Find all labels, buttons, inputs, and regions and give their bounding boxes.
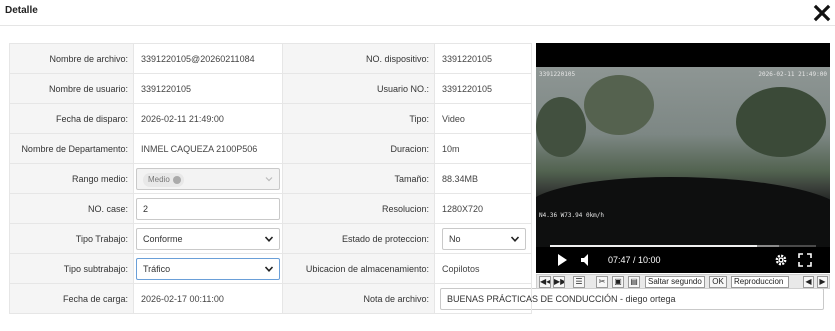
- progress-fill: [550, 245, 757, 247]
- trigger-date-value: 2026-02-11 21:49:00: [133, 103, 283, 134]
- ok-button[interactable]: OK: [709, 276, 727, 288]
- fullscreen-icon[interactable]: [798, 253, 812, 267]
- table-row: Rango medio: Medio Tamaño: 88.34MB: [9, 163, 532, 194]
- frame-forward-icon[interactable]: ▤: [628, 276, 640, 288]
- protection-state-label: Estado de proteccion:: [282, 223, 435, 254]
- chevron-down-icon: [264, 235, 274, 242]
- time-display: 07:47 / 10:00: [608, 255, 661, 265]
- user-no-label: Usuario NO.:: [282, 73, 435, 104]
- rewind-icon[interactable]: ◀◀: [539, 276, 551, 288]
- video-frame: 3391220105 2026-02-11 21:49:00 N4.36 W73…: [536, 67, 830, 247]
- table-row: Nombre de archivo: 3391220105@2026021108…: [9, 43, 532, 74]
- middle-range-chip: Medio: [143, 172, 184, 187]
- playback-toolbar: ◀◀ ▶▶ ☰ ✂ ▣ ▤ Saltar segundo OK Reproduc…: [536, 274, 830, 289]
- upload-date-value: 2026-02-17 00:11:00: [133, 283, 283, 314]
- size-label: Tamaño:: [282, 163, 435, 194]
- fast-forward-icon[interactable]: ▶▶: [553, 276, 565, 288]
- user-name-label: Nombre de usuario:: [9, 73, 134, 104]
- close-icon[interactable]: [813, 4, 831, 22]
- table-row: Tipo subtrabajo: Tráfico Ubicacion de al…: [9, 253, 532, 284]
- resolution-value: 1280X720: [434, 193, 532, 224]
- skip-seconds-input[interactable]: Saltar segundo: [645, 276, 705, 288]
- case-no-input[interactable]: 2: [136, 197, 280, 220]
- work-subtype-label: Tipo subtrabajo:: [9, 253, 134, 284]
- storage-location-label: Ubicacion de almacenamiento:: [282, 253, 435, 284]
- device-no-value: 3391220105: [434, 43, 532, 74]
- osd-bottom-left: N4.36 W73.94 0km/h: [539, 212, 605, 219]
- table-row: Nombre de usuario: 3391220105 Usuario NO…: [9, 73, 532, 104]
- table-row: Fecha de carga: 2026-02-17 00:11:00 Nota…: [9, 283, 824, 314]
- type-value: Video: [434, 103, 532, 134]
- user-name-value: 3391220105: [133, 73, 283, 104]
- work-type-select[interactable]: Conforme: [136, 227, 280, 250]
- middle-range-label: Rango medio:: [9, 163, 134, 194]
- size-value: 88.34MB: [434, 163, 532, 194]
- modal-header: Detalle: [0, 0, 835, 26]
- type-label: Tipo:: [282, 103, 435, 134]
- chevron-down-icon: [264, 265, 274, 272]
- work-type-label: Tipo Trabajo:: [9, 223, 134, 254]
- chevron-down-icon: [510, 235, 520, 242]
- department-value: INMEL CAQUEZA 2100P506: [133, 133, 283, 164]
- scissors-icon[interactable]: ✂: [596, 276, 608, 288]
- user-no-value: 3391220105: [434, 73, 532, 104]
- resolution-label: Resolucion:: [282, 193, 435, 224]
- protection-state-select[interactable]: No: [442, 227, 526, 250]
- table-row: Fecha de disparo: 2026-02-11 21:49:00 Ti…: [9, 103, 532, 134]
- detail-table: Nombre de archivo: 3391220105@2026021108…: [9, 43, 824, 314]
- play-icon[interactable]: [556, 253, 568, 267]
- duration-label: Duracion:: [282, 133, 435, 164]
- list-icon[interactable]: ☰: [573, 276, 585, 288]
- middle-range-select: Medio: [136, 167, 280, 190]
- duration-value: 10m: [434, 133, 532, 164]
- case-no-label: NO. case:: [9, 193, 134, 224]
- chevron-down-icon: [265, 176, 273, 181]
- device-no-label: NO. dispositivo:: [282, 43, 435, 74]
- storage-location-value: Copilotos: [434, 253, 532, 284]
- osd-top-right: 2026-02-11 21:49:00: [758, 71, 827, 78]
- chip-remove-icon: [172, 175, 181, 184]
- file-note-label: Nota de archivo:: [282, 283, 435, 314]
- modal-title: Detalle: [5, 5, 38, 16]
- department-label: Nombre de Departamento:: [9, 133, 134, 164]
- previous-icon[interactable]: ◀: [803, 276, 814, 288]
- work-subtype-select[interactable]: Tráfico: [136, 257, 280, 280]
- file-name-value: 3391220105@20260211084: [133, 43, 283, 74]
- file-note-input[interactable]: BUENAS PRÁCTICAS DE CONDUCCIÓN - diego o…: [440, 287, 824, 310]
- table-row: NO. case: 2 Resolucion: 1280X720: [9, 193, 532, 224]
- frame-back-icon[interactable]: ▣: [612, 276, 624, 288]
- upload-date-label: Fecha de carga:: [9, 283, 134, 314]
- file-name-label: Nombre de archivo:: [9, 43, 134, 74]
- volume-icon[interactable]: [580, 253, 594, 267]
- video-progress-bar[interactable]: [550, 245, 816, 247]
- settings-gear-icon[interactable]: [774, 253, 788, 267]
- next-icon[interactable]: ▶: [817, 276, 828, 288]
- table-row: Nombre de Departamento: INMEL CAQUEZA 21…: [9, 133, 532, 164]
- video-player[interactable]: 3391220105 2026-02-11 21:49:00 N4.36 W73…: [536, 43, 830, 273]
- playback-input[interactable]: Reproduccion: [731, 276, 789, 288]
- osd-top-left: 3391220105: [539, 71, 576, 78]
- table-row: Tipo Trabajo: Conforme Estado de protecc…: [9, 223, 532, 254]
- trigger-date-label: Fecha de disparo:: [9, 103, 134, 134]
